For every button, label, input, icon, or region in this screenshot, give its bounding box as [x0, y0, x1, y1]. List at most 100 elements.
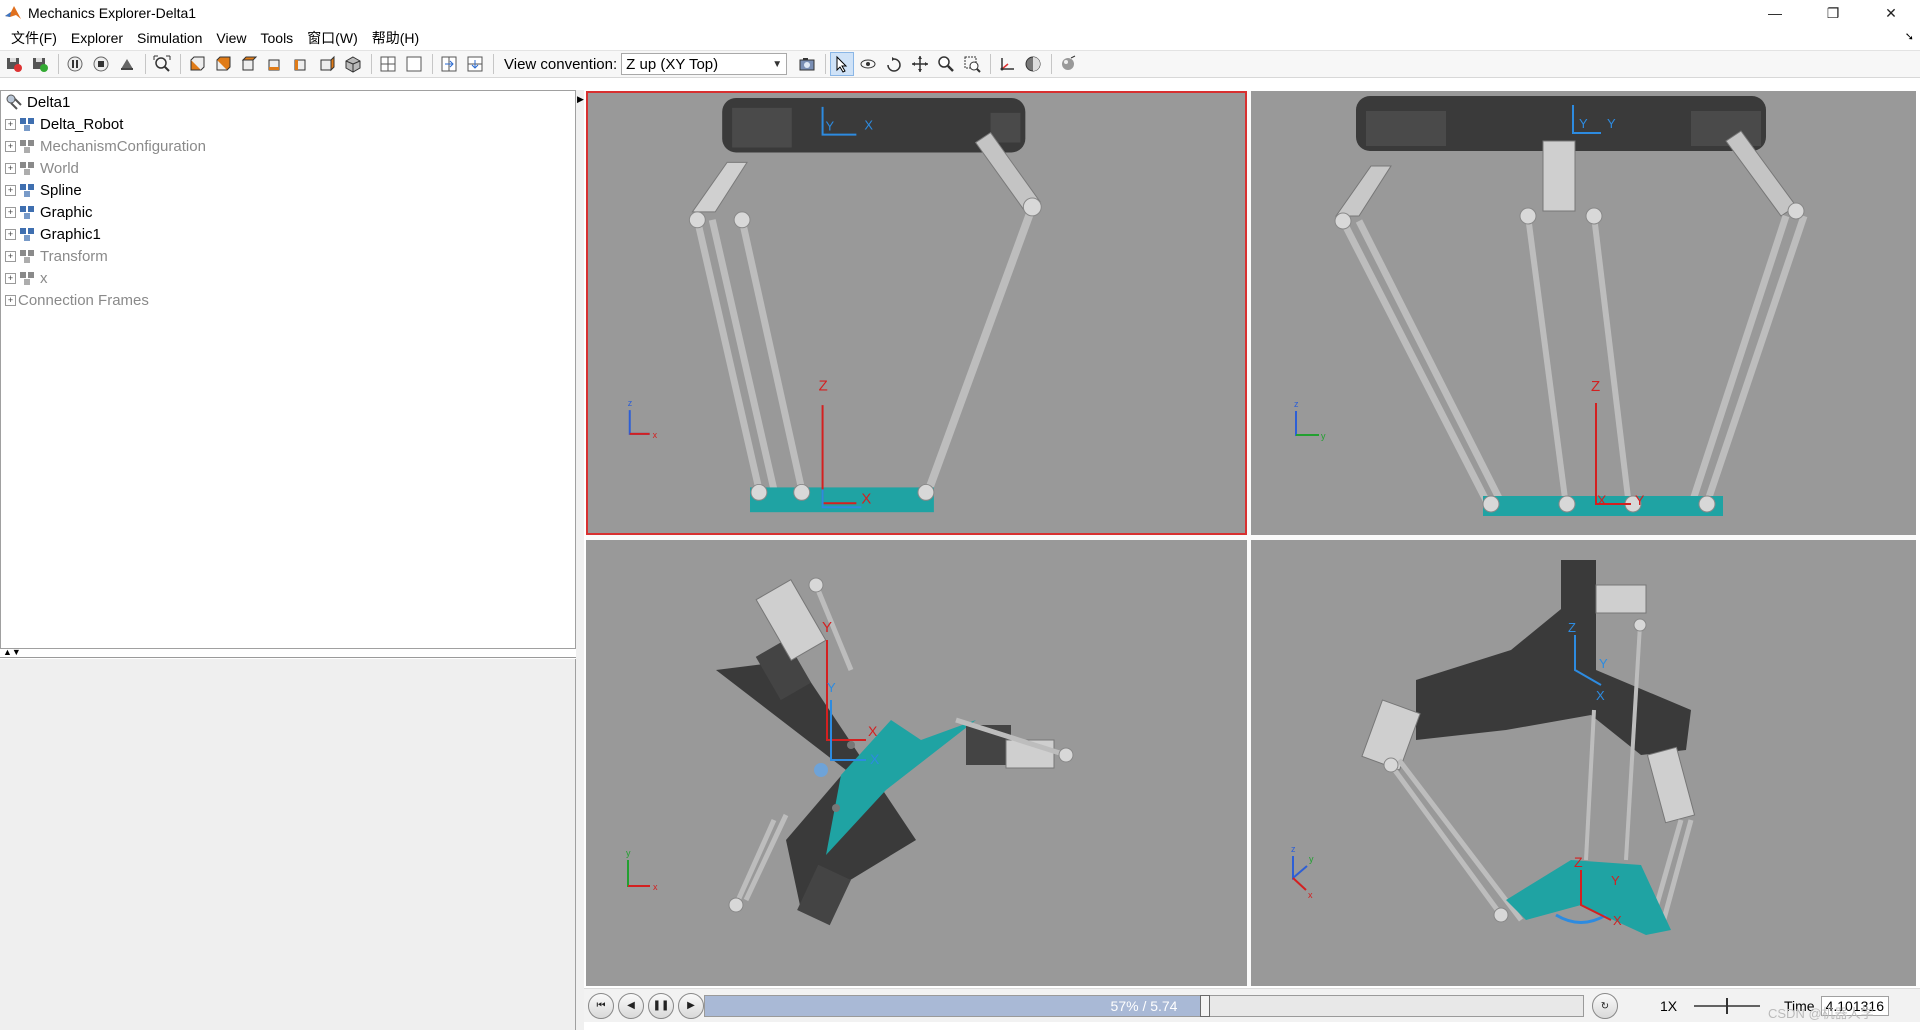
play-button[interactable]: ▶: [678, 992, 704, 1019]
svg-text:y: y: [626, 848, 631, 858]
menu-simulation[interactable]: Simulation: [130, 27, 209, 49]
zoom-icon[interactable]: [934, 52, 958, 76]
back-view-icon[interactable]: [211, 52, 235, 76]
view-convention-value: Z up (XY Top): [626, 55, 719, 73]
menu-help[interactable]: 帮助(H): [365, 27, 426, 49]
lighting-icon[interactable]: [1056, 52, 1080, 76]
dock-pin-icon[interactable]: ➘: [1905, 30, 1914, 43]
save-icon[interactable]: [2, 52, 26, 76]
viewport-side[interactable]: Y Y Z X Y z y: [1251, 91, 1916, 535]
expand-icon[interactable]: +: [5, 206, 16, 218]
svg-text:Y: Y: [1611, 873, 1620, 888]
pause-icon[interactable]: [63, 52, 87, 76]
svg-text:x: x: [1308, 890, 1313, 900]
tree-item[interactable]: + Transform: [1, 245, 575, 267]
split-vertical-icon[interactable]: [463, 52, 487, 76]
expand-icon[interactable]: +: [5, 250, 16, 262]
tree-item-label: Graphic: [40, 203, 93, 221]
single-view-layout-icon[interactable]: [402, 52, 426, 76]
viewport-top[interactable]: Y X Y X y x: [586, 540, 1247, 986]
graphic-icon: [20, 228, 34, 241]
frame-label: Y: [826, 119, 835, 134]
menu-file[interactable]: 文件(F): [4, 27, 64, 49]
menu-window[interactable]: 窗口(W): [300, 27, 365, 49]
restore-button[interactable]: ❐: [1804, 0, 1862, 26]
menu-tools[interactable]: Tools: [254, 27, 301, 49]
expand-icon[interactable]: +: [5, 228, 16, 240]
expand-icon[interactable]: +: [5, 294, 16, 306]
four-view-layout-icon[interactable]: [376, 52, 400, 76]
top-view-icon[interactable]: [237, 52, 261, 76]
select-pointer-icon[interactable]: [830, 52, 855, 76]
tree-item[interactable]: + x: [1, 267, 575, 289]
axis-triad: [1295, 411, 1319, 436]
bottom-view-icon[interactable]: [263, 52, 287, 76]
screenshot-icon[interactable]: [795, 52, 819, 76]
svg-text:X: X: [861, 491, 871, 507]
robot-base: [1416, 605, 1691, 755]
roll-icon[interactable]: [882, 52, 906, 76]
record-icon[interactable]: [115, 52, 139, 76]
tree-item[interactable]: + Graphic1: [1, 223, 575, 245]
viewport-isometric[interactable]: Z Y X Z Y X z y x: [1251, 540, 1916, 986]
zoom-box-icon[interactable]: [960, 52, 984, 76]
tree-item-label: World: [40, 159, 79, 177]
pause-button[interactable]: ❚❚: [648, 992, 674, 1019]
graphic-icon: [20, 206, 34, 219]
window-title: Mechanics Explorer-Delta1: [28, 5, 197, 21]
expand-icon[interactable]: +: [5, 140, 16, 152]
rotate-icon[interactable]: [856, 52, 880, 76]
splitter-arrows-icon[interactable]: ▲▼: [3, 648, 21, 657]
menu-view[interactable]: View: [209, 27, 253, 49]
right-view-icon[interactable]: [315, 52, 339, 76]
expand-icon[interactable]: +: [5, 162, 16, 174]
tree-item[interactable]: + Spline: [1, 179, 575, 201]
save-as-icon[interactable]: [28, 52, 52, 76]
svg-text:Y: Y: [1579, 116, 1588, 131]
tree-item[interactable]: + World: [1, 157, 575, 179]
expand-icon[interactable]: +: [5, 184, 16, 196]
pan-icon[interactable]: [908, 52, 932, 76]
svg-text:X: X: [870, 751, 880, 767]
split-horizontal-icon[interactable]: [437, 52, 461, 76]
playback-bar: ⏮ ◀ ❚❚ ▶ 57% / 5.74 ↻ 1X Time 4.101316: [584, 988, 1920, 1022]
speed-slider[interactable]: [1694, 996, 1760, 1016]
tree-item-label: Transform: [40, 247, 108, 265]
isometric-view-icon[interactable]: [341, 52, 365, 76]
tree-item[interactable]: + Delta_Robot: [1, 113, 575, 135]
menu-explorer[interactable]: Explorer: [64, 27, 130, 49]
stop-icon[interactable]: [89, 52, 113, 76]
loop-button[interactable]: ↻: [1592, 993, 1618, 1019]
minimize-button[interactable]: —: [1746, 0, 1804, 26]
fit-to-view-icon[interactable]: [150, 52, 174, 76]
world-frame-icon: [20, 162, 34, 175]
tree-item-label: Spline: [40, 181, 82, 199]
tree-item[interactable]: + Graphic: [1, 201, 575, 223]
render-mode-icon[interactable]: [1021, 52, 1045, 76]
splitter-collapse-icon[interactable]: ▶: [577, 94, 584, 105]
svg-text:x: x: [653, 430, 658, 440]
rewind-to-start-button[interactable]: ⏮: [588, 992, 614, 1019]
vertical-splitter[interactable]: ▶: [576, 90, 584, 1030]
front-view-icon[interactable]: [185, 52, 209, 76]
svg-text:Y: Y: [827, 680, 836, 695]
view-convention-dropdown[interactable]: Z up (XY Top) ▼: [621, 53, 788, 75]
robot-icon: [20, 118, 34, 131]
tree-root[interactable]: Delta1: [1, 91, 575, 113]
end-effector-platform: [1506, 860, 1671, 935]
show-frames-icon[interactable]: [995, 52, 1019, 76]
expand-icon[interactable]: +: [5, 118, 16, 130]
watermark: CSDN @机器人学: [1768, 1006, 1874, 1021]
close-button[interactable]: ✕: [1862, 0, 1920, 26]
playback-progress-slider[interactable]: 57% / 5.74: [704, 995, 1584, 1017]
left-view-icon[interactable]: [289, 52, 313, 76]
expand-icon[interactable]: +: [5, 272, 16, 284]
viewport-front[interactable]: Y X Z X z x: [586, 91, 1247, 535]
model-root-icon: [6, 94, 22, 110]
axis-triad: [627, 860, 650, 887]
end-effector-platform: [750, 487, 934, 513]
tree-item[interactable]: + MechanismConfiguration: [1, 135, 575, 157]
step-back-button[interactable]: ◀: [618, 992, 644, 1019]
chevron-down-icon: ▼: [772, 58, 783, 70]
tree-item[interactable]: + Connection Frames: [1, 289, 575, 311]
